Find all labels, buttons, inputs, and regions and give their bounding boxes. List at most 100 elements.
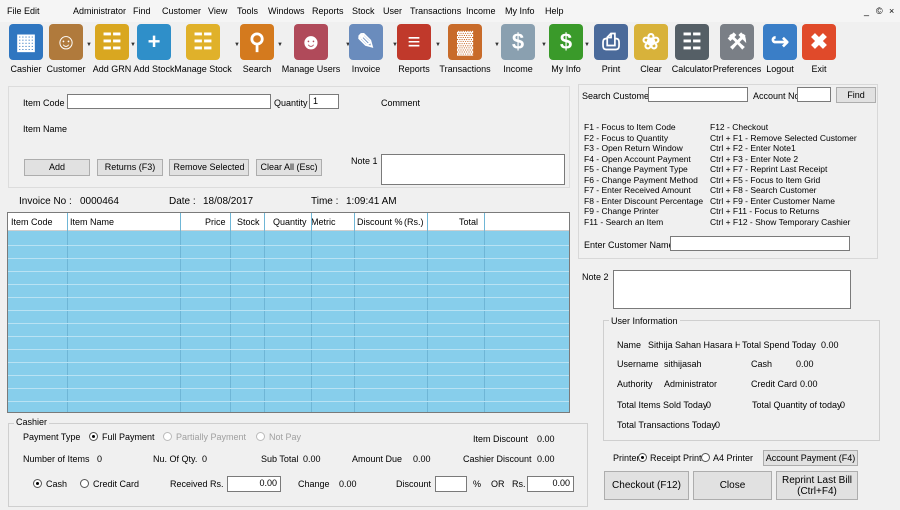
shortcut-right-item: Ctrl + F2 - Enter Note1 [710, 143, 796, 153]
remove-selected-button[interactable]: Remove Selected [169, 159, 249, 176]
a4-printer-label[interactable]: A4 Printer [713, 453, 753, 463]
credit-card-label[interactable]: Credit Card [93, 479, 139, 489]
credit-card-radio[interactable] [80, 479, 89, 488]
menu-file[interactable]: File [7, 6, 22, 16]
toolbar-income-button[interactable]: $ Income [492, 22, 544, 78]
col-item-code[interactable]: Item Code [11, 217, 53, 227]
manage-users-icon: ☻ [294, 24, 328, 60]
user-credit-card-label: Credit Card [751, 379, 798, 389]
item-name-label: Item Name [23, 124, 68, 134]
time-value: 1:09:41 AM [346, 196, 397, 207]
time-label: Time : [311, 196, 339, 207]
customer-person-icon: ☺ [49, 24, 83, 60]
checkout-button[interactable]: Checkout (F12) [604, 471, 689, 500]
full-payment-label[interactable]: Full Payment [102, 432, 155, 442]
received-label: Received Rs. [170, 479, 224, 489]
cashier-discount-value: 0.00 [537, 454, 555, 464]
amount-due-value: 0.00 [413, 454, 431, 464]
not-pay-radio[interactable] [256, 432, 265, 441]
menu-transactions[interactable]: Transactions [410, 6, 461, 16]
date-label: Date : [169, 196, 196, 207]
toolbar-invoice-button[interactable]: ✎ Invoice [341, 22, 391, 78]
user-name-value: Sithija Sahan Hasara Hev [648, 340, 740, 350]
menu-my-info[interactable]: My Info [505, 6, 535, 16]
search-customer-input[interactable] [648, 87, 748, 102]
account-no-label: Account No [753, 91, 800, 101]
toolbar-manage-stock-button[interactable]: ☷ Manage Stock [169, 22, 237, 78]
cash-radio[interactable] [33, 479, 42, 488]
items-sold-value: 0 [706, 400, 712, 410]
menu-administrator[interactable]: Administrator [73, 6, 126, 16]
menu-income[interactable]: Income [466, 6, 496, 16]
menu-user[interactable]: User [383, 6, 402, 16]
printer-label: Printer [613, 453, 640, 463]
col-item-name[interactable]: Item Name [70, 217, 114, 227]
items-sold-label: Total Items Sold Today [617, 400, 708, 410]
menu-customer[interactable]: Customer [162, 6, 201, 16]
col-discount-percent[interactable]: Discount % [357, 217, 403, 227]
minimize-icon[interactable]: _ [864, 6, 869, 16]
returns-button[interactable]: Returns (F3) [97, 159, 163, 176]
toolbar-exit-button[interactable]: ✖ Exit [798, 22, 840, 78]
partial-payment-radio[interactable] [163, 432, 172, 441]
not-pay-label[interactable]: Not Pay [269, 432, 301, 442]
menu-bar: File Edit Edit Administrator Find Custom… [0, 0, 900, 22]
reprint-last-bill-button[interactable]: Reprint Last Bill (Ctrl+F4) [776, 471, 858, 500]
menu-tools[interactable]: Tools [237, 6, 258, 16]
menu-reports[interactable]: Reports [312, 6, 344, 16]
clear-all-button[interactable]: Clear All (Esc) [256, 159, 322, 176]
toolbar-my-info-button[interactable]: $ My Info [541, 22, 591, 78]
a4-printer-radio[interactable] [701, 453, 710, 462]
add-button[interactable]: Add [24, 159, 90, 176]
broom-clear-icon: ❀ [634, 24, 668, 60]
toolbar-label: Manage Users [281, 64, 341, 74]
grid-column-separator [230, 213, 231, 412]
col-quantity[interactable]: Quantity [273, 217, 307, 227]
col-total[interactable]: Total [459, 217, 478, 227]
note2-input[interactable] [613, 270, 851, 309]
menu-help[interactable]: Help [545, 6, 564, 16]
close-window-icon[interactable]: × [889, 6, 894, 16]
col-price[interactable]: Price [205, 217, 226, 227]
find-button[interactable]: Find [836, 87, 876, 103]
customer-name-input[interactable] [670, 236, 850, 251]
menu-windows[interactable]: Windows [268, 6, 305, 16]
shortcut-right-item: Ctrl + F8 - Search Customer [710, 185, 817, 195]
col-discount-rs[interactable]: (Rs.) [404, 217, 424, 227]
shortcut-left-item: F3 - Open Return Window [584, 143, 683, 153]
shortcut-right-item: Ctrl + F11 - Focus to Returns [710, 206, 820, 216]
account-no-input[interactable] [797, 87, 831, 102]
menu-edit[interactable]: Edit [24, 6, 40, 16]
received-input[interactable]: 0.00 [227, 476, 281, 492]
note2-label: Note 2 [582, 272, 609, 282]
user-cash-value: 0.00 [796, 359, 814, 369]
menu-view[interactable]: View [208, 6, 227, 16]
quantity-input[interactable]: 1 [309, 94, 339, 109]
grid-row-line [8, 388, 569, 389]
discount-rs-input[interactable]: 0.00 [527, 476, 574, 492]
receipt-printer-radio[interactable] [638, 453, 647, 462]
partial-payment-label[interactable]: Partially Payment [176, 432, 246, 442]
toolbar-transactions-button[interactable]: ▓ Transactions [432, 22, 498, 78]
note1-input[interactable] [381, 154, 565, 185]
user-cash-label: Cash [751, 359, 773, 369]
toolbar-manage-users-button[interactable]: ☻ Manage Users [276, 22, 346, 78]
amount-due-label: Amount Due [352, 454, 403, 464]
toolbar-search-button[interactable]: ⚲ Search [233, 22, 281, 78]
num-items-value: 0 [97, 454, 103, 464]
col-metric[interactable]: Metric [311, 217, 336, 227]
discount-percent-input[interactable] [435, 476, 467, 492]
cash-label[interactable]: Cash [46, 479, 67, 489]
full-payment-radio[interactable] [89, 432, 98, 441]
num-qty-value: 0 [202, 454, 208, 464]
col-stock[interactable]: Stock [237, 217, 260, 227]
toolbar-label: Invoice [351, 64, 381, 74]
account-payment-button[interactable]: Account Payment (F4) [763, 450, 858, 466]
menu-find[interactable]: Find [133, 6, 151, 16]
percent-sign: % [473, 479, 482, 489]
close-button[interactable]: Close [693, 471, 772, 500]
item-grid[interactable]: Item Code Item Name Price Stock Quantity… [7, 212, 570, 413]
restore-icon[interactable]: © [876, 6, 883, 16]
item-code-input[interactable] [67, 94, 271, 109]
menu-stock[interactable]: Stock [352, 6, 375, 16]
